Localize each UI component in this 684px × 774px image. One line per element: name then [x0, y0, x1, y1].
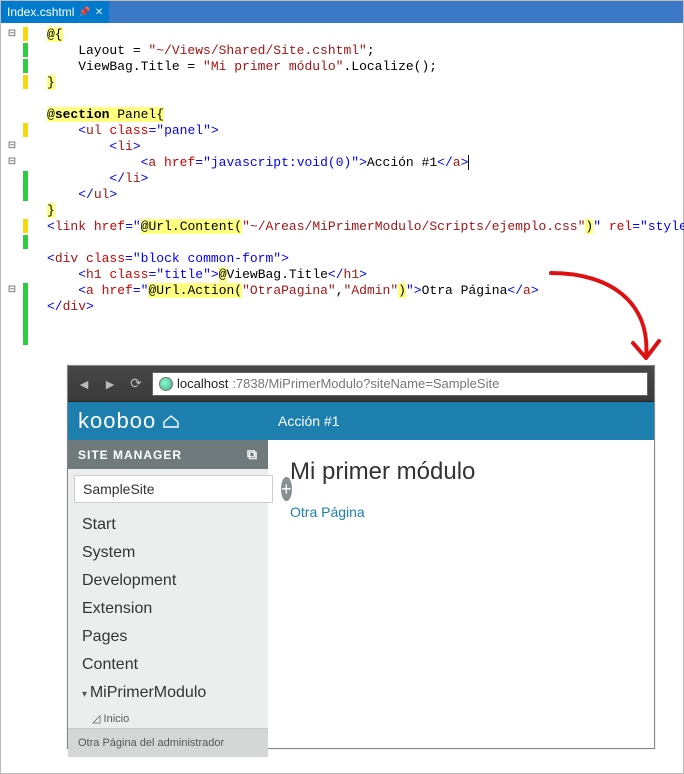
sidebar-item-pages[interactable]: Pages — [68, 623, 268, 651]
change-marker — [23, 219, 28, 233]
sidebar-item-development[interactable]: Development — [68, 567, 268, 595]
change-marker — [23, 123, 28, 137]
change-marker — [23, 235, 28, 249]
sidebar-menu: Start System Development Extension Pages… — [68, 509, 268, 709]
change-marker — [23, 171, 28, 201]
tab-bar-space — [109, 1, 683, 23]
sitemap-icon[interactable]: ⧉ — [247, 446, 258, 463]
sidebar-header: SITE MANAGER ⧉ — [68, 440, 268, 469]
breadcrumb-strip: Acción #1 — [268, 413, 654, 429]
globe-icon — [159, 377, 173, 391]
outline-collapse-icon[interactable]: ⊟ — [7, 29, 17, 41]
browser-preview: ◄ ► ⟳ localhost :7838/MiPrimerModulo?site… — [67, 365, 655, 749]
browser-chrome: ◄ ► ⟳ localhost :7838/MiPrimerModulo?site… — [68, 366, 654, 402]
tab-bar: Index.cshtml 📌 ✕ — [1, 1, 683, 23]
sidebar-item-system[interactable]: System — [68, 539, 268, 567]
link-otra-pagina[interactable]: Otra Página — [290, 504, 365, 520]
code-area[interactable]: @{ Layout = "~/Views/Shared/Site.cshtml"… — [47, 23, 684, 319]
close-icon[interactable]: ✕ — [95, 7, 103, 18]
change-marker — [23, 75, 28, 89]
sidebar-title: SITE MANAGER — [78, 448, 182, 462]
site-select-input[interactable] — [74, 475, 273, 503]
sidebar-item-extension[interactable]: Extension — [68, 595, 268, 623]
url-host: localhost — [177, 376, 228, 391]
outline-collapse-icon[interactable]: ⊟ — [7, 141, 17, 153]
tab-label: Index.cshtml — [7, 5, 74, 19]
code-editor[interactable]: ⊟ ⊟ ⊟ ⊟ @{ Layout = "~/Views/Shared/Site… — [1, 23, 683, 319]
outline-collapse-icon[interactable]: ⊟ — [7, 157, 17, 169]
change-marker — [23, 43, 28, 57]
app-top-strip: kooboo Acción #1 — [68, 402, 654, 440]
sidebar-item-start[interactable]: Start — [68, 511, 268, 539]
change-marker — [23, 27, 28, 41]
breadcrumb-item[interactable]: Acción #1 — [268, 413, 339, 429]
sidebar-footer[interactable]: Otra Página del administrador — [68, 728, 268, 757]
main-content: Mi primer módulo Otra Página — [268, 440, 654, 748]
outline-collapse-icon[interactable]: ⊟ — [7, 285, 17, 297]
sidebar-item-miprimermodulo[interactable]: MiPrimerModulo — [68, 679, 268, 707]
editor-gutter: ⊟ ⊟ ⊟ ⊟ — [1, 23, 47, 319]
nav-forward-icon[interactable]: ► — [100, 374, 120, 394]
change-marker — [23, 283, 28, 345]
sidebar-subitem-inicio[interactable]: ◿ Inicio — [68, 709, 268, 728]
sidebar-item-content[interactable]: Content — [68, 651, 268, 679]
home-icon — [162, 414, 180, 428]
pin-icon[interactable]: 📌 — [78, 7, 90, 18]
nav-reload-icon[interactable]: ⟳ — [126, 374, 146, 394]
url-path: :7838/MiPrimerModulo?siteName=SampleSite — [232, 376, 499, 391]
file-tab-index[interactable]: Index.cshtml 📌 ✕ — [1, 1, 109, 23]
sidebar: SITE MANAGER ⧉ + Start System Developmen… — [68, 440, 268, 748]
page-title: Mi primer módulo — [290, 458, 632, 486]
change-marker — [23, 59, 28, 73]
address-bar[interactable]: localhost :7838/MiPrimerModulo?siteName=S… — [152, 372, 648, 396]
nav-back-icon[interactable]: ◄ — [74, 374, 94, 394]
app-logo[interactable]: kooboo — [68, 408, 268, 434]
